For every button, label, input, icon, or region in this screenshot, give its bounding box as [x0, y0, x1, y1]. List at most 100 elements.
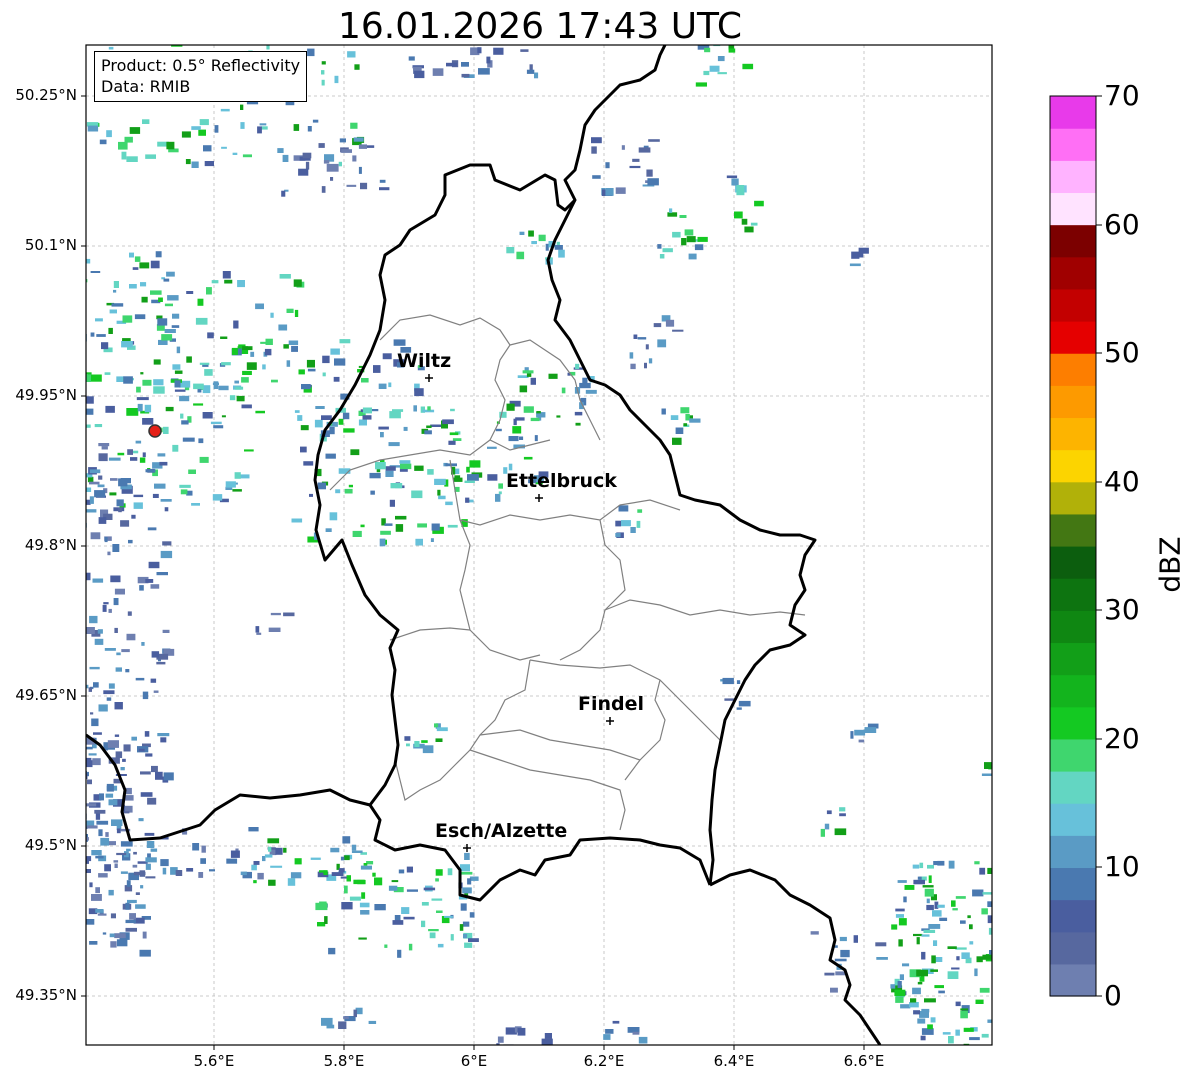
- radar-echo: [947, 971, 959, 979]
- radar-echo: [268, 627, 281, 632]
- radar-echo: [160, 737, 167, 743]
- colorbar-segment: [1050, 449, 1096, 483]
- radar-echo: [234, 380, 239, 384]
- radar-echo: [89, 469, 101, 474]
- radar-echo: [392, 409, 404, 412]
- radar-echo: [380, 530, 391, 535]
- radar-echo: [414, 70, 425, 79]
- radar-echo: [955, 947, 967, 950]
- radar-echo: [351, 844, 357, 851]
- radar-echo: [132, 267, 139, 270]
- radar-echo: [435, 878, 439, 882]
- radar-echo: [181, 131, 191, 138]
- radar-echo: [164, 303, 173, 307]
- radar-echo: [123, 376, 133, 384]
- radar-echo: [695, 82, 707, 87]
- radar-echo: [1000, 868, 1010, 870]
- radar-echo: [728, 48, 736, 53]
- radar-echo: [240, 871, 247, 876]
- radar-echo: [496, 1043, 500, 1045]
- radar-echo: [919, 862, 924, 869]
- colorbar-ticks: [1096, 95, 1102, 997]
- radar-echo: [202, 412, 213, 419]
- radar-echo: [427, 406, 431, 411]
- radar-echo: [116, 852, 127, 856]
- radar-echo: [135, 440, 142, 444]
- radar-echo: [630, 363, 636, 370]
- radar-echo: [132, 864, 138, 868]
- radar-echo: [39, 327, 51, 334]
- radar-echo: [75, 706, 84, 713]
- radar-echo: [895, 908, 905, 912]
- radar-echo: [66, 782, 70, 785]
- radar-echo: [530, 377, 536, 385]
- radar-echo: [459, 924, 464, 931]
- radar-echo: [86, 860, 89, 864]
- radar-echo: [90, 271, 101, 273]
- radar-echo: [967, 915, 971, 919]
- radar-echo: [186, 291, 194, 294]
- radar-echo: [864, 727, 877, 733]
- radar-echo: [163, 278, 170, 282]
- radar-echo: [515, 417, 525, 421]
- radar-echo: [126, 848, 131, 852]
- radar-echo: [461, 73, 470, 78]
- radar-echo: [343, 428, 355, 433]
- radar-echo: [931, 955, 936, 964]
- radar-echo: [350, 122, 358, 129]
- radar-echo: [738, 37, 749, 39]
- radar-echo: [933, 940, 938, 946]
- colorbar-tick: 40: [1104, 465, 1140, 498]
- radar-echo: [74, 585, 79, 587]
- radar-echo: [79, 707, 84, 710]
- radar-echo: [876, 957, 888, 960]
- radar-echo: [729, 35, 735, 42]
- radar-echo: [526, 69, 535, 74]
- radar-echo: [240, 474, 250, 479]
- radar-echo: [221, 415, 226, 418]
- radar-echo: [114, 734, 120, 737]
- radar-echo: [339, 339, 351, 344]
- radar-echo: [109, 933, 115, 938]
- radar-echo: [916, 937, 920, 945]
- radar-echo: [434, 723, 439, 728]
- radar-echo: [920, 1035, 926, 1041]
- radar-echo: [993, 911, 1002, 914]
- radar-echo: [414, 465, 424, 471]
- radar-echo: [199, 456, 209, 463]
- radar-echo: [955, 1001, 961, 1007]
- radar-echo: [437, 943, 444, 948]
- radar-echo: [193, 383, 204, 390]
- radar-echo: [453, 477, 463, 482]
- radar-echo: [508, 436, 519, 442]
- radar-echo: [467, 474, 479, 481]
- radar-echo: [421, 902, 429, 906]
- radar-echo: [77, 690, 85, 694]
- radar-echo: [145, 579, 154, 583]
- radar-echo: [142, 379, 152, 386]
- radar-echo: [436, 910, 443, 913]
- radar-echo: [113, 860, 119, 863]
- radar-echo: [945, 1047, 951, 1051]
- radar-echo: [379, 538, 386, 547]
- radar-echo: [160, 499, 172, 502]
- radar-echo: [116, 939, 128, 947]
- radar-echo: [152, 493, 159, 498]
- radar-echo: [647, 178, 659, 186]
- radar-echo: [161, 334, 173, 341]
- radar-echo: [159, 461, 168, 466]
- radar-echo: [672, 437, 682, 445]
- radar-echo: [904, 885, 915, 890]
- radar-echo: [89, 882, 93, 888]
- radar-echo: [347, 51, 356, 58]
- radar-echo: [78, 703, 81, 707]
- radar-echo: [129, 284, 137, 289]
- radar-echo: [506, 403, 515, 411]
- radar-echo: [898, 918, 907, 926]
- radar-echo: [291, 518, 303, 523]
- radar-echo: [385, 466, 396, 471]
- radar-echo: [530, 417, 540, 422]
- radar-echo: [358, 419, 367, 426]
- radar-echo: [270, 612, 281, 616]
- radar-echo: [352, 530, 362, 537]
